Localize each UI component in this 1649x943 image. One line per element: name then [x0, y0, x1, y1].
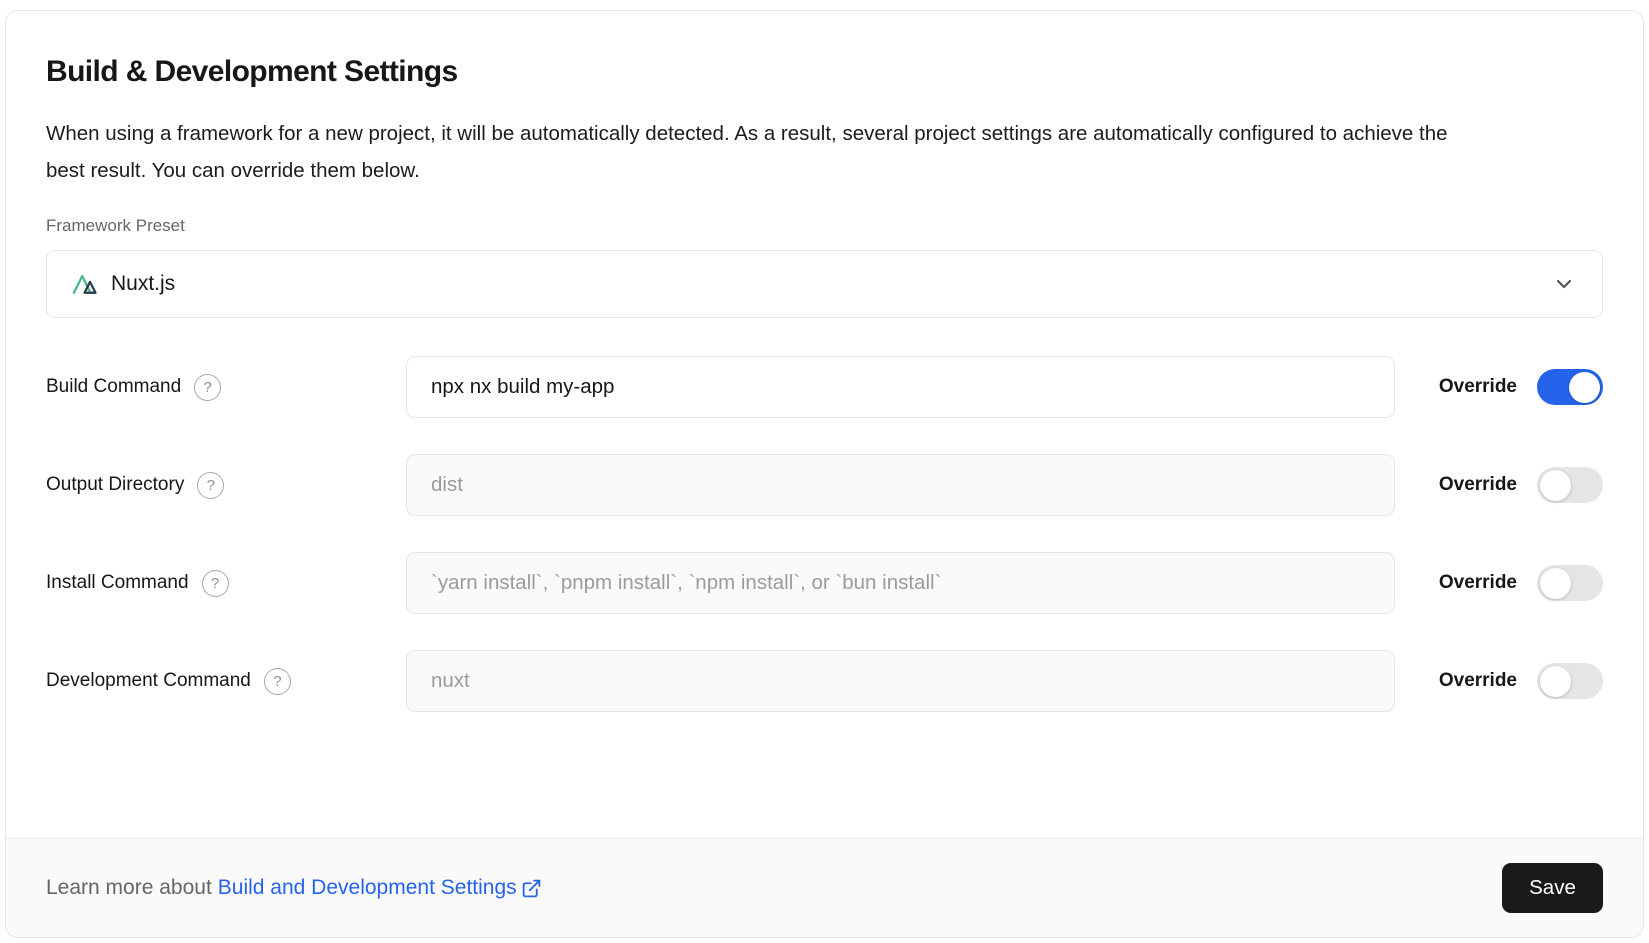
development-command-label: Development Command: [46, 670, 251, 692]
framework-preset-select[interactable]: Nuxt.js: [46, 250, 1603, 318]
learn-more-prefix: Learn more about: [46, 876, 212, 900]
row-label-group: Output Directory ?: [46, 472, 406, 499]
override-label: Override: [1439, 474, 1517, 496]
development-command-input: [406, 650, 1395, 712]
row-label-group: Development Command ?: [46, 668, 406, 695]
chevron-down-icon: [1552, 272, 1576, 296]
settings-description: When using a framework for a new project…: [46, 115, 1476, 189]
help-icon[interactable]: ?: [194, 374, 221, 401]
build-command-row: Build Command ? Override: [46, 356, 1603, 418]
output-directory-input: [406, 454, 1395, 516]
build-settings-card: Build & Development Settings When using …: [5, 10, 1644, 938]
override-label: Override: [1439, 376, 1517, 398]
framework-preset-value: Nuxt.js: [111, 272, 175, 296]
override-group: Override: [1439, 663, 1603, 699]
development-command-override-toggle[interactable]: [1537, 663, 1603, 699]
framework-preset-label: Framework Preset: [46, 216, 1603, 236]
development-command-row: Development Command ? Override: [46, 650, 1603, 712]
output-directory-override-toggle[interactable]: [1537, 467, 1603, 503]
override-label: Override: [1439, 572, 1517, 594]
card-footer: Learn more about Build and Development S…: [6, 838, 1643, 937]
install-command-input: [406, 552, 1395, 614]
toggle-knob: [1540, 568, 1571, 599]
external-link-icon: [521, 878, 542, 899]
override-group: Override: [1439, 467, 1603, 503]
settings-rows: Build Command ? Override Output Director…: [46, 356, 1603, 712]
help-icon[interactable]: ?: [197, 472, 224, 499]
row-label-group: Build Command ?: [46, 374, 406, 401]
save-button[interactable]: Save: [1502, 863, 1603, 913]
override-group: Override: [1439, 369, 1603, 405]
nuxt-logo-icon: [71, 270, 99, 298]
build-settings-doc-link[interactable]: Build and Development Settings: [218, 876, 542, 900]
install-command-row: Install Command ? Override: [46, 552, 1603, 614]
toggle-knob: [1569, 372, 1600, 403]
build-command-input[interactable]: [406, 356, 1395, 418]
output-directory-label: Output Directory: [46, 474, 184, 496]
build-command-override-toggle[interactable]: [1537, 369, 1603, 405]
page-title: Build & Development Settings: [46, 55, 1603, 89]
override-label: Override: [1439, 670, 1517, 692]
row-label-group: Install Command ?: [46, 570, 406, 597]
install-command-override-toggle[interactable]: [1537, 565, 1603, 601]
output-directory-row: Output Directory ? Override: [46, 454, 1603, 516]
card-body: Build & Development Settings When using …: [6, 11, 1643, 838]
toggle-knob: [1540, 666, 1571, 697]
override-group: Override: [1439, 565, 1603, 601]
install-command-label: Install Command: [46, 572, 189, 594]
link-label: Build and Development Settings: [218, 876, 517, 900]
help-icon[interactable]: ?: [264, 668, 291, 695]
help-icon[interactable]: ?: [202, 570, 229, 597]
toggle-knob: [1540, 470, 1571, 501]
build-command-label: Build Command: [46, 376, 181, 398]
learn-more-text: Learn more about Build and Development S…: [46, 876, 542, 900]
